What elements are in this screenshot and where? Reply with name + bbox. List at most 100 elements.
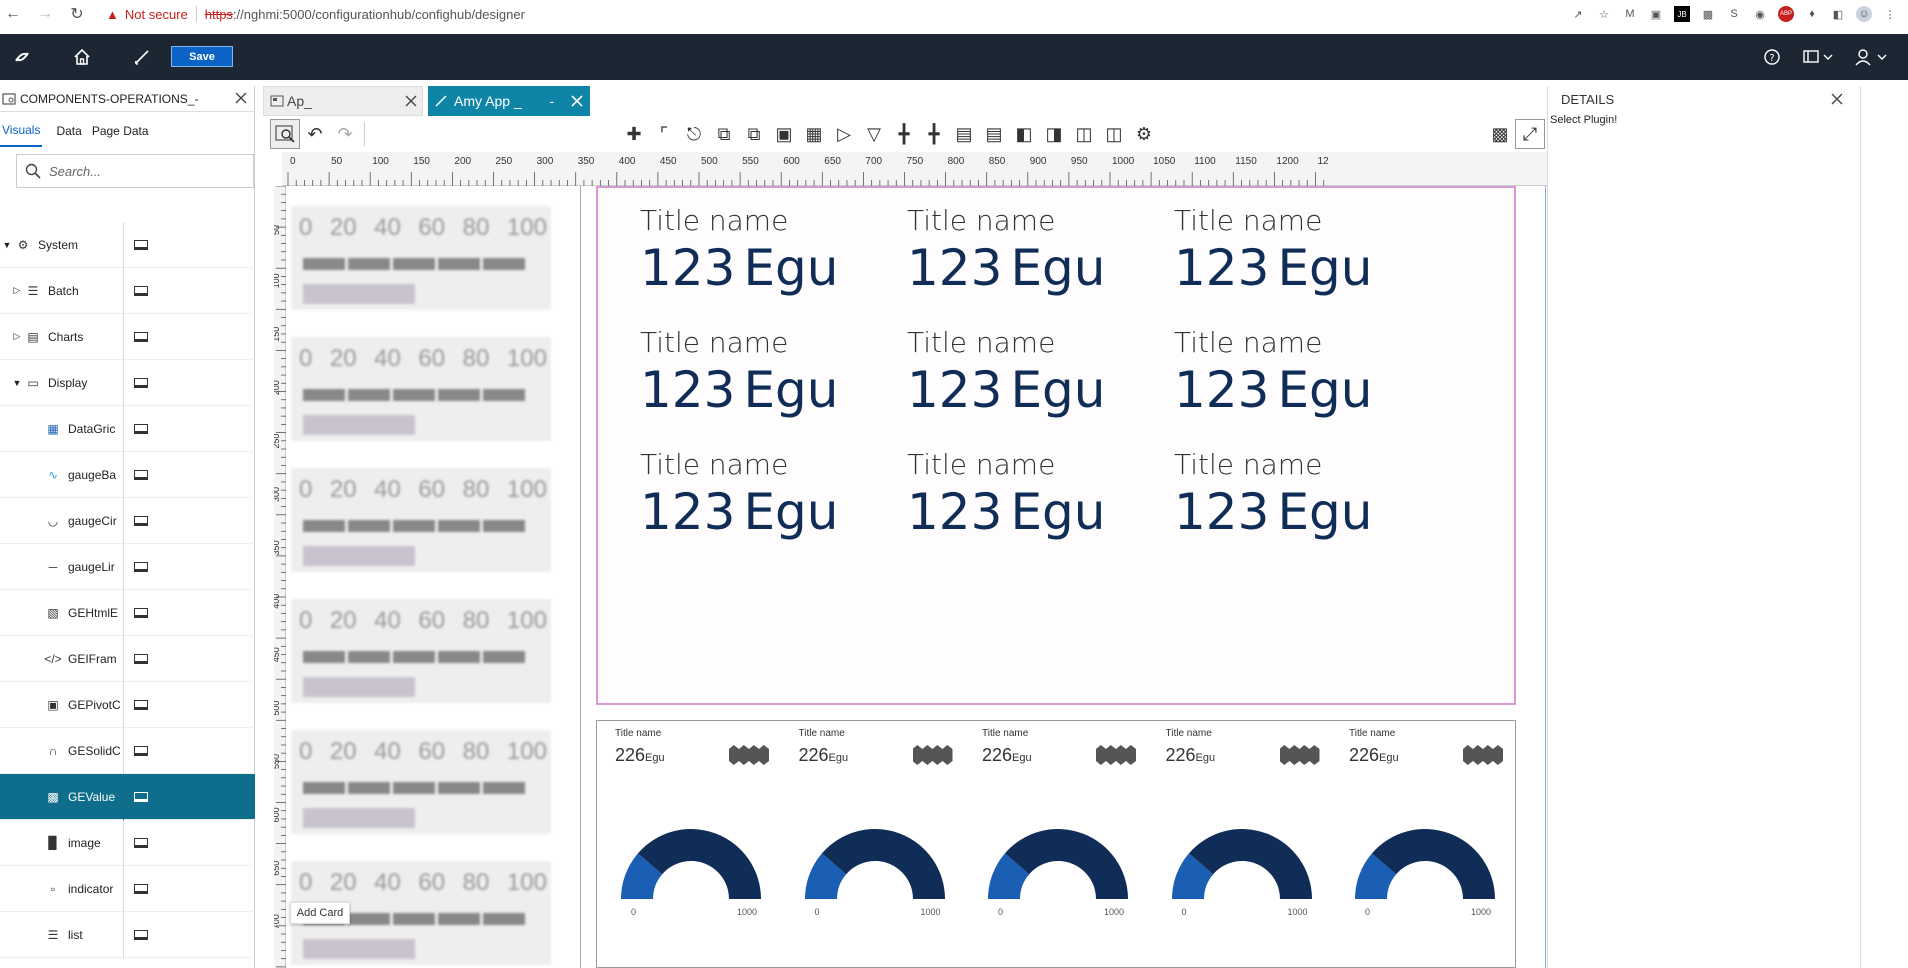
card-thumbnail[interactable]: 0 20 40 60 80 100 [291, 599, 551, 703]
connector-icon[interactable]: ⌜ [649, 119, 679, 149]
help-icon[interactable]: ? [1760, 45, 1784, 69]
value-cell[interactable]: Title name 123 Egu [907, 204, 1137, 314]
tree-row-gaugecir[interactable]: ◡ gaugeCir [0, 497, 255, 544]
layout-icon[interactable] [1800, 45, 1840, 69]
extension-icon[interactable]: ▣ [1648, 6, 1664, 22]
user-icon[interactable] [1852, 45, 1896, 69]
card-thumbnail[interactable]: 0 20 40 60 80 100 [291, 206, 551, 310]
sidepanel-icon[interactable]: ◧ [1830, 6, 1846, 22]
tree-row-charts[interactable]: ▷ ▤ Charts [0, 313, 255, 360]
send-backward-icon[interactable]: ⧉ [739, 119, 769, 149]
gauge-cell[interactable]: Title name 226Egu 0 1000 [1148, 721, 1328, 961]
tree-row-batch[interactable]: ▷ ☰ Batch [0, 267, 255, 314]
close-icon[interactable] [1830, 92, 1844, 106]
gauge-card-row[interactable]: Title name 226Egu 0 1000 Title name 226Egu 0 10… [596, 720, 1516, 968]
brush-icon[interactable] [130, 45, 154, 69]
home-icon[interactable] [70, 45, 94, 69]
back-icon[interactable]: ← [2, 3, 24, 25]
card-thumbnail[interactable]: 0 20 40 60 80 100 [291, 730, 551, 834]
flip-vertical-icon[interactable]: ▽ [859, 119, 889, 149]
jb-extension-icon[interactable]: JB [1674, 6, 1690, 22]
chevron-right-icon[interactable]: ▷ [10, 331, 24, 342]
tree-row-display[interactable]: ▼ ▭ Display [0, 359, 255, 406]
value-cell[interactable]: Title name 123 Egu [907, 448, 1137, 558]
card-thumbnail[interactable]: 0 20 40 60 80 100 [291, 468, 551, 572]
tree-row-image[interactable]: ▉ image [0, 819, 255, 866]
close-icon[interactable] [570, 94, 584, 108]
distribute-horizontal-icon[interactable]: ◫ [1069, 119, 1099, 149]
redo-icon[interactable]: ↷ [330, 119, 360, 149]
tree-row-gepivotc[interactable]: ▣ GEPivotC [0, 681, 255, 728]
menu-icon[interactable]: ⋮ [1882, 6, 1898, 22]
ungroup-icon[interactable]: ▦ [799, 119, 829, 149]
undo-icon[interactable]: ↶ [300, 119, 330, 149]
profile-avatar-icon[interactable]: ☺ [1856, 6, 1872, 22]
search-input[interactable]: Search... [16, 154, 254, 188]
align-left-icon[interactable]: ◧ [1009, 119, 1039, 149]
gauge-cell[interactable]: Title name 226Egu 0 1000 [597, 721, 777, 961]
tree-row-gaugeba[interactable]: ∿ gaugeBa [0, 451, 255, 498]
value-cell[interactable]: Title name 123 Egu [640, 204, 870, 314]
align-right-icon[interactable]: ◨ [1039, 119, 1069, 149]
forward-icon[interactable]: → [34, 3, 56, 25]
tree-row-gevalue[interactable]: ▩ GEValue [0, 773, 255, 820]
close-icon[interactable] [234, 91, 248, 105]
camera-icon[interactable]: ◉ [1752, 6, 1768, 22]
align-center-horizontal-icon[interactable]: ╋ [919, 119, 949, 149]
tree-row-system[interactable]: ▼ ⚙ System [0, 221, 255, 268]
tree-row-list[interactable]: ☰ list [0, 911, 255, 958]
tree-row-indicator[interactable]: ▫ indicator [0, 865, 255, 912]
tree-row-geifram[interactable]: </> GEIFram [0, 635, 255, 682]
adblock-icon[interactable]: ABP [1778, 6, 1794, 22]
mail-extension-icon[interactable]: M [1622, 6, 1638, 22]
card-thumbnail-list[interactable]: 0 20 40 60 80 100 0 20 40 60 80 100 0 20 40 60 80 100 0 20 4… [287, 186, 583, 968]
align-center-vertical-icon[interactable]: ╋ [889, 119, 919, 149]
app-logo-icon[interactable] [10, 45, 34, 69]
value-cell[interactable]: Title name 123 Egu [1174, 204, 1404, 314]
gauge-cell[interactable]: Title name 226Egu 0 1000 [964, 721, 1144, 961]
skype-icon[interactable]: S [1726, 6, 1742, 22]
flip-horizontal-icon[interactable]: ▷ [829, 119, 859, 149]
settings-panel-icon[interactable]: ⚙ [1129, 119, 1159, 149]
tree-row-datagric[interactable]: ▦ DataGric [0, 405, 255, 452]
tab-app[interactable]: Ap_ [263, 86, 423, 116]
extension-icon[interactable]: ▩ [1700, 6, 1716, 22]
value-cell[interactable]: Title name 123 Egu [907, 326, 1137, 436]
gauge-cell[interactable]: Title name 226Egu 0 1000 [1331, 721, 1511, 961]
align-bottom-icon[interactable]: ▤ [979, 119, 1009, 149]
crosshair-icon[interactable]: ✚ [619, 119, 649, 149]
star-icon[interactable]: ☆ [1596, 6, 1612, 22]
value-cell[interactable]: Title name 123 Egu [1174, 326, 1404, 436]
gauge-cell[interactable]: Title name 226Egu 0 1000 [781, 721, 961, 961]
puzzle-icon[interactable]: ♦ [1804, 6, 1820, 22]
hide-rulers-icon[interactable]: ▩ [1485, 119, 1515, 149]
save-button[interactable]: Save [171, 46, 233, 67]
share-icon[interactable]: ↗ [1570, 6, 1586, 22]
tab-amy-app[interactable]: Amy App _ - [428, 86, 590, 116]
fullscreen-icon[interactable]: ⤢ [1515, 119, 1545, 149]
card-thumbnail[interactable]: 0 20 40 60 80 100 [291, 337, 551, 441]
address-bar[interactable]: ▲ Not secure https://nghmi:5000/configur… [106, 6, 1570, 22]
tree-row-gesolidc[interactable]: ∩ GESolidC [0, 727, 255, 774]
tab-visuals[interactable]: Visuals [0, 115, 43, 147]
value-cell[interactable]: Title name 123 Egu [640, 448, 870, 558]
align-top-icon[interactable]: ▤ [949, 119, 979, 149]
value-cell[interactable]: Title name 123 Egu [1174, 448, 1404, 558]
tab-data[interactable]: Data [56, 116, 81, 146]
chevron-down-icon[interactable]: ▼ [10, 378, 24, 388]
value-cell[interactable]: Title name 123 Egu [640, 326, 870, 436]
scrollbar[interactable] [1860, 86, 1908, 968]
chevron-down-icon[interactable]: ▼ [0, 240, 14, 250]
tree-row-gaugelir[interactable]: ─ gaugeLir [0, 543, 255, 590]
distribute-vertical-icon[interactable]: ◫ [1099, 119, 1129, 149]
bring-forward-icon[interactable]: ⧉ [709, 119, 739, 149]
chevron-right-icon[interactable]: ▷ [10, 285, 24, 296]
tab-page-data[interactable]: Page Data [92, 116, 149, 146]
close-icon[interactable] [404, 94, 418, 108]
value-card-grid[interactable]: Title name 123 Egu Title name 123 Egu Title na… [596, 186, 1516, 705]
reload-icon[interactable]: ↻ [66, 3, 88, 25]
group-icon[interactable]: ▣ [769, 119, 799, 149]
tree-row-gehtmle[interactable]: ▧ GEHtmlE [0, 589, 255, 636]
preview-icon[interactable] [270, 119, 300, 149]
paint-roller-icon[interactable]: ⎋ [679, 119, 709, 149]
